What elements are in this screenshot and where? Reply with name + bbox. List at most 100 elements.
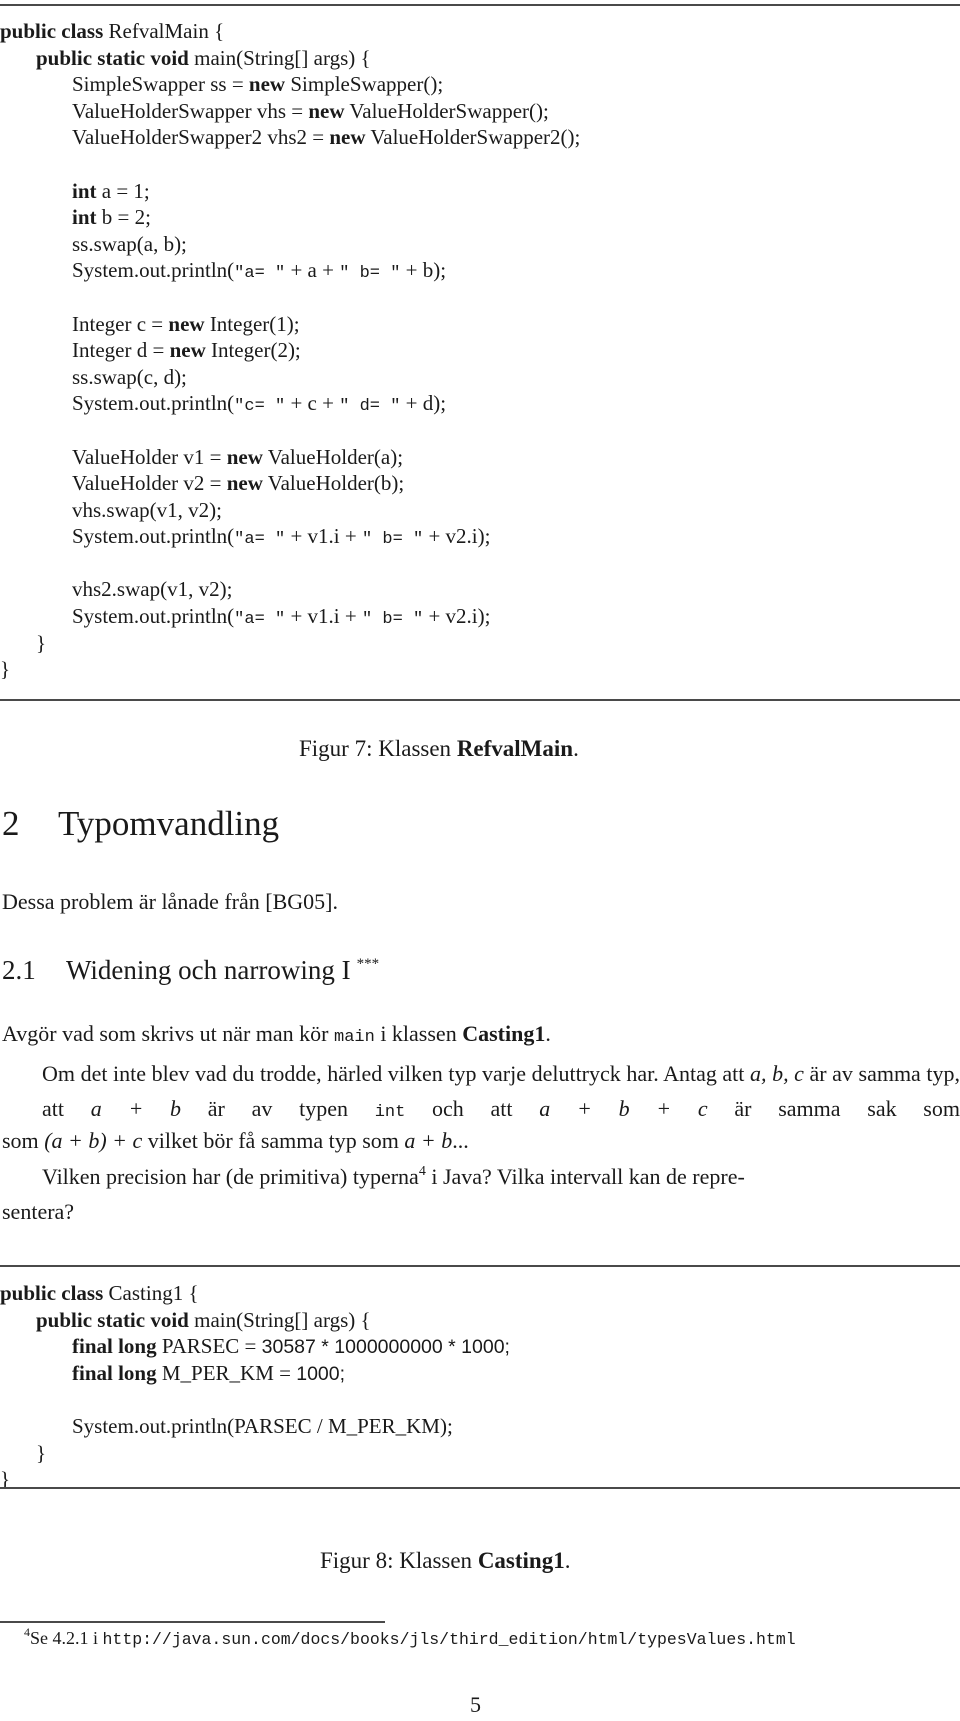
- code-text: }: [36, 630, 47, 655]
- code-line: vhs2.swap(v1, v2);: [0, 576, 580, 603]
- code-string-literal: "c= ": [234, 397, 286, 417]
- section-title: Typomvandling: [58, 804, 280, 843]
- code-text: Integer c =: [72, 311, 169, 336]
- code-line: final long M_PER_KM = 1000;: [0, 1360, 510, 1387]
- code-text: vhs2.swap(v1, v2);: [72, 577, 233, 602]
- caption-prefix: Figur 7: Klassen: [299, 736, 457, 761]
- code-text: ValueHolder v2 =: [72, 471, 227, 496]
- code-line: ValueHolder v2 = new ValueHolder(b);: [0, 470, 580, 497]
- paragraph-3-end: sentera?: [2, 1199, 75, 1225]
- caption-class-name: Casting1: [477, 1548, 565, 1573]
- code-line: public static void main(String[] args) {: [0, 1307, 510, 1334]
- code-keyword: public class: [0, 19, 104, 43]
- caption-class-name: RefvalMain: [456, 736, 574, 761]
- code-line: ValueHolderSwapper2 vhs2 = new ValueHold…: [0, 124, 580, 151]
- code-line: System.out.println("a= " + v1.i + " b= "…: [0, 523, 580, 550]
- code-text: }: [0, 657, 11, 682]
- code-keyword: int: [72, 205, 97, 230]
- code-text: + d);: [400, 391, 447, 416]
- exercise-text-cont: som (a + b) + c vilket bör få samma typ …: [2, 1123, 960, 1230]
- figure-8-top-rule: [0, 1265, 960, 1267]
- code-numeric-literal: 1000;: [296, 1362, 346, 1385]
- code-line: final long PARSEC = 30587 * 1000000000 *…: [0, 1333, 510, 1360]
- code-line: System.out.println("c= " + c + " d= " + …: [0, 390, 580, 417]
- code-text: Integer d =: [72, 338, 170, 363]
- code-string-literal: " d= ": [339, 397, 401, 417]
- code-keyword: public static void: [36, 1307, 189, 1332]
- code-numeric-literal: 30587 * 1000000000 * 1000;: [261, 1336, 510, 1359]
- caption-suffix: .: [564, 1548, 571, 1573]
- code-keyword: final long: [72, 1360, 157, 1385]
- class-name-casting1: Casting1: [462, 1021, 546, 1046]
- code-line: public static void main(String[] args) {: [0, 45, 580, 72]
- footnote-marker: 4: [418, 1163, 426, 1179]
- code-string-literal: "a= ": [234, 530, 286, 550]
- code-text: ValueHolderSwapper();: [344, 98, 549, 123]
- code-text: SimpleSwapper();: [285, 72, 444, 97]
- code-keyword: new: [169, 338, 206, 363]
- code-text: + b);: [400, 258, 447, 283]
- code-string-literal: "a= ": [234, 610, 286, 630]
- code-text: M_PER_KM =: [156, 1360, 297, 1385]
- figure-8-caption: Figur 8: Klassen Casting1.: [320, 1548, 570, 1574]
- code-line: SimpleSwapper ss = new SimpleSwapper();: [0, 71, 580, 98]
- code-text: ValueHolder(b);: [262, 471, 405, 496]
- code-text: ValueHolder v1 =: [72, 444, 227, 469]
- code-keyword: public static void: [36, 45, 189, 70]
- footnote-text: Se 4.2.1 i: [30, 1628, 103, 1648]
- code-keyword: new: [168, 311, 205, 336]
- paragraph-3: Vilken precision har (de primitiva) type…: [42, 1163, 745, 1189]
- code-keyword: new: [226, 471, 263, 496]
- code-line: ValueHolder v1 = new ValueHolder(a);: [0, 444, 580, 471]
- footnote-rule: [0, 1621, 385, 1623]
- code-line: System.out.println("a= " + v1.i + " b= "…: [0, 603, 580, 630]
- code-line: System.out.println("a= " + a + " b= " + …: [0, 257, 580, 284]
- code-keyword: new: [248, 72, 286, 97]
- code-line: int b = 2;: [0, 204, 580, 231]
- code-text: + v1.i +: [285, 604, 362, 629]
- code-text: + v2.i);: [423, 604, 491, 629]
- code-line: vhs.swap(v1, v2);: [0, 497, 580, 524]
- code-text: System.out.println(PARSEC / M_PER_KM);: [72, 1413, 453, 1438]
- exercise-text: Avgör vad som skrivs ut när man kör main…: [2, 1016, 960, 1122]
- code-string-literal: " b= ": [361, 530, 424, 550]
- code-line: ss.swap(c, d);: [0, 364, 580, 391]
- code-line: System.out.println(PARSEC / M_PER_KM);: [0, 1413, 510, 1440]
- paragraph-2: Om det inte blev vad du trodde, härled v…: [42, 1060, 960, 1123]
- code-line: }: [0, 630, 580, 657]
- code-line: ValueHolderSwapper vhs = new ValueHolder…: [0, 98, 580, 125]
- figure-8-code-listing: public class Casting1 {public static voi…: [0, 1280, 510, 1493]
- code-text: b = 2;: [96, 205, 151, 230]
- footnote-url-link[interactable]: http://java.sun.com/docs/books/jls/third…: [103, 1630, 796, 1649]
- code-text: System.out.println(: [72, 391, 235, 416]
- code-string-literal: "a= ": [234, 264, 286, 284]
- code-line: public class RefvalMain {: [0, 18, 580, 45]
- code-text: vhs.swap(v1, v2);: [72, 497, 222, 522]
- inline-code-int: int: [374, 1103, 406, 1123]
- caption-prefix: Figur 8: Klassen: [320, 1548, 478, 1573]
- code-keyword: new: [329, 125, 366, 150]
- caption-suffix: .: [573, 736, 579, 761]
- code-string-literal: " b= ": [361, 610, 424, 630]
- code-line: Integer c = new Integer(1);: [0, 311, 580, 338]
- figure-7-top-rule: [0, 4, 960, 6]
- paragraph-2-last-line: som (a + b) + c vilket bör få samma typ …: [2, 1128, 469, 1153]
- code-text: ss.swap(a, b);: [72, 231, 187, 256]
- code-text: main(String[] args) {: [188, 1307, 371, 1332]
- code-text: Casting1 {: [103, 1281, 199, 1305]
- code-text: System.out.println(: [72, 604, 235, 629]
- page-number: 5: [470, 1692, 481, 1717]
- code-text: Integer(1);: [204, 311, 300, 336]
- code-line: public class Casting1 {: [0, 1280, 510, 1307]
- code-text: Integer(2);: [205, 338, 301, 363]
- figure-8-bottom-rule: [0, 1487, 960, 1489]
- section-number: 2: [2, 804, 20, 843]
- subsection-title: Widening och narrowing I: [66, 955, 351, 985]
- code-text: ValueHolderSwapper2 vhs2 =: [72, 125, 330, 150]
- footnote: 4Se 4.2.1 i http://java.sun.com/docs/boo…: [24, 1626, 796, 1649]
